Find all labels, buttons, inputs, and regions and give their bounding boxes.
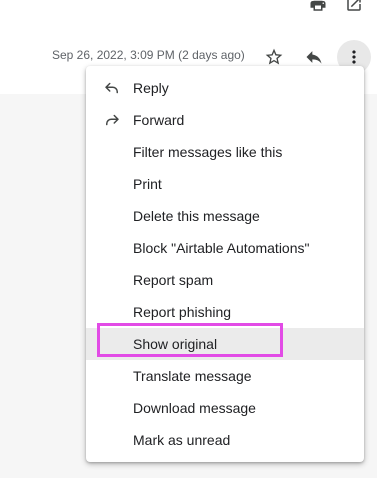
- menu-item-report-phishing[interactable]: Report phishing: [86, 296, 364, 328]
- menu-item-filter-messages[interactable]: Filter messages like this: [86, 136, 364, 168]
- open-in-new-window-icon[interactable]: [344, 0, 364, 14]
- menu-item-download[interactable]: Download message: [86, 392, 364, 424]
- menu-item-label: Print: [133, 176, 162, 192]
- menu-item-label: Reply: [133, 80, 169, 96]
- menu-item-label: Mark as unread: [133, 432, 231, 448]
- menu-item-report-spam[interactable]: Report spam: [86, 264, 364, 296]
- star-icon: [265, 48, 283, 65]
- menu-item-label: Delete this message: [133, 208, 260, 224]
- menu-item-translate[interactable]: Translate message: [86, 360, 364, 392]
- menu-item-label: Translate message: [133, 368, 252, 384]
- menu-item-block-sender[interactable]: Block "Airtable Automations": [86, 232, 364, 264]
- menu-item-reply[interactable]: Reply: [86, 72, 364, 104]
- menu-item-label: Report phishing: [133, 304, 232, 320]
- menu-item-show-original[interactable]: Show original: [86, 323, 364, 360]
- menu-item-delete[interactable]: Delete this message: [86, 200, 364, 232]
- more-vert-icon: [352, 50, 356, 64]
- print-icon[interactable]: [308, 0, 328, 14]
- menu-item-print[interactable]: Print: [86, 168, 364, 200]
- message-timestamp: Sep 26, 2022, 3:09 PM (2 days ago): [52, 48, 245, 62]
- menu-item-label: Forward: [133, 112, 185, 128]
- menu-item-label: Show original: [133, 336, 218, 352]
- message-options-menu: Reply Forward Filter messages like this …: [86, 66, 364, 462]
- menu-item-label: Filter messages like this: [133, 144, 283, 160]
- menu-item-mark-unread[interactable]: Mark as unread: [86, 424, 364, 456]
- menu-item-label: Download message: [133, 400, 256, 416]
- top-toolbar: [0, 0, 377, 14]
- menu-item-forward[interactable]: Forward: [86, 104, 364, 136]
- reply-icon: [306, 51, 322, 64]
- reply-icon: [102, 78, 122, 98]
- menu-item-label: Block "Airtable Automations": [133, 240, 310, 256]
- forward-icon: [102, 110, 122, 130]
- menu-item-label: Report spam: [133, 272, 214, 288]
